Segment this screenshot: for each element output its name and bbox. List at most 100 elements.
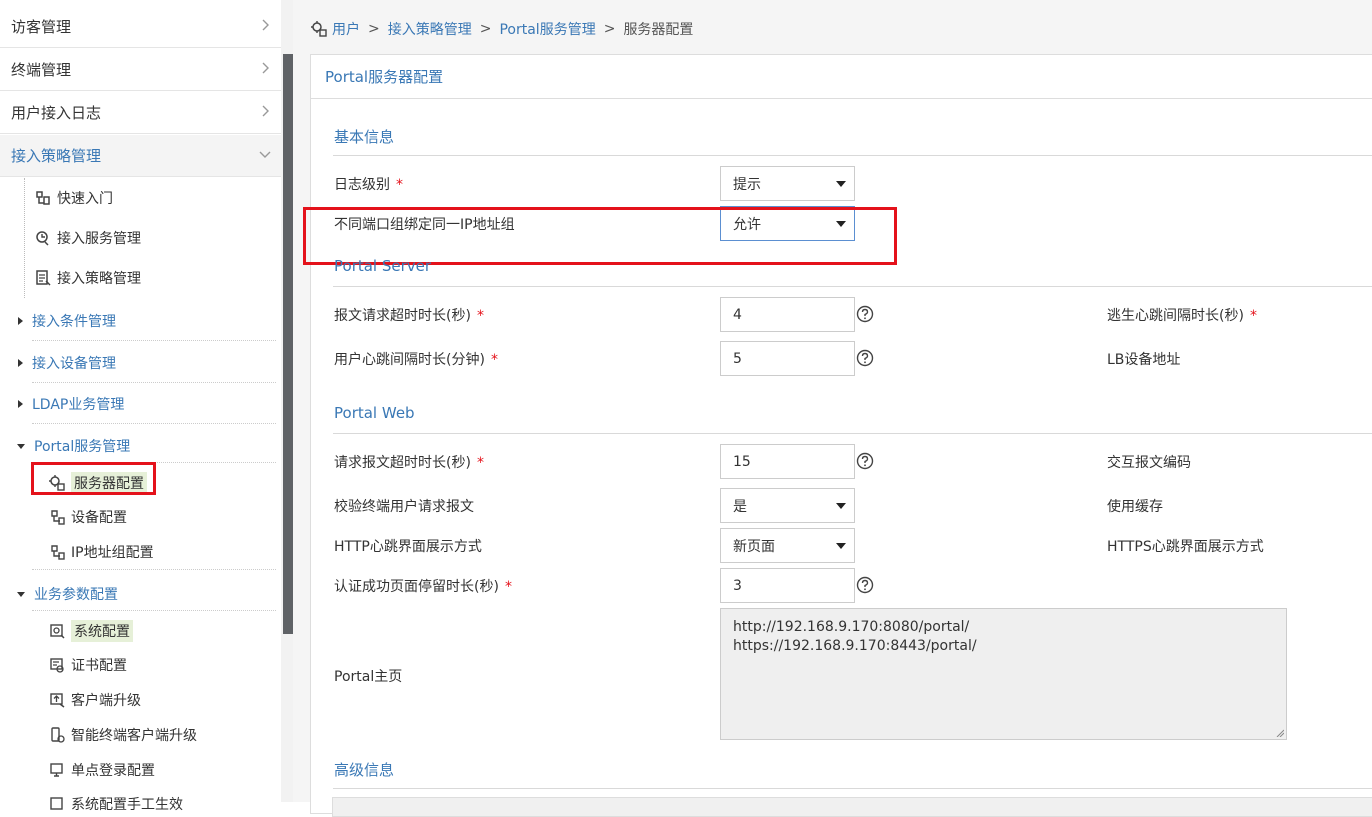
mobile-upgrade-icon <box>51 727 65 743</box>
sidebar-item-label: 系统配置手工生效 <box>71 797 183 813</box>
section-portal-web: Portal Web <box>334 404 415 422</box>
sidebar-group-label: 接入设备管理 <box>32 356 116 372</box>
help-icon[interactable] <box>856 349 874 367</box>
sidebar-item-manual-apply[interactable]: 系统配置手工生效 <box>48 794 183 814</box>
sidebar-group-label: LDAP业务管理 <box>32 397 125 413</box>
sidebar-group-portal[interactable]: Portal服务管理 <box>17 436 131 456</box>
collapse-arrow-icon <box>17 443 25 449</box>
sidebar-item-cert-config[interactable]: 证书配置 <box>48 655 127 675</box>
request-timeout-input[interactable]: 4 <box>720 297 855 332</box>
apply-icon <box>50 797 63 810</box>
collapse-arrow-icon <box>17 591 25 597</box>
sidebar-item-access-service[interactable]: 接入服务管理 <box>34 228 141 248</box>
service-icon <box>36 231 49 246</box>
sidebar-item-label: 快速入门 <box>57 191 113 207</box>
verify-request-select[interactable]: 是 <box>720 488 855 523</box>
section-advanced: 高级信息 <box>334 761 395 779</box>
help-icon[interactable] <box>856 452 874 470</box>
config-panel: Portal服务器配置 基本信息 日志级别 * 提示 不同端口组绑定同一IP地址组… <box>303 54 1372 817</box>
highlight-box-server-config <box>31 462 156 495</box>
help-icon[interactable] <box>856 576 874 594</box>
certificate-icon <box>50 658 64 673</box>
policy-icon <box>36 270 51 286</box>
section-basic: 基本信息 <box>334 128 395 146</box>
sidebar-item-visitor[interactable]: 访客管理 <box>0 6 281 48</box>
sidebar-group-device[interactable]: 接入设备管理 <box>18 353 116 373</box>
http-heartbeat-label: HTTP心跳界面展示方式 <box>334 539 482 555</box>
escape-heartbeat-label: 逃生心跳间隔时长(秒) * <box>1107 305 1257 325</box>
breadcrumb-link-user[interactable]: 用户 <box>332 19 360 39</box>
sidebar-item-access-policy[interactable]: 接入策略管理 <box>0 135 281 177</box>
sidebar-scrollbar-thumb[interactable] <box>283 54 293 634</box>
user-heartbeat-label: 用户心跳间隔时长(分钟) * <box>334 349 498 369</box>
req-timeout-label-text: 请求报文超时时长(秒) <box>334 455 471 471</box>
sidebar-item-label: 智能终端客户端升级 <box>71 728 197 744</box>
dropdown-caret-icon <box>836 503 846 509</box>
req-timeout-label: 请求报文超时时长(秒) * <box>334 452 484 472</box>
sidebar-item-terminal[interactable]: 终端管理 <box>0 49 281 91</box>
dropdown-caret-icon <box>836 543 846 549</box>
user-service-icon <box>311 21 327 37</box>
resize-handle-icon[interactable] <box>1276 729 1284 737</box>
sidebar-item-sso-config[interactable]: 单点登录配置 <box>48 760 155 780</box>
ip-group-icon <box>51 545 65 560</box>
sidebar-item-label: 终端管理 <box>11 61 72 79</box>
stay-duration-input[interactable]: 3 <box>720 568 855 603</box>
sidebar-item-label: 接入策略管理 <box>57 271 141 287</box>
sidebar-item-quick-start[interactable]: 快速入门 <box>34 188 113 208</box>
panel-title: Portal服务器配置 <box>311 55 1372 99</box>
use-cache-label: 使用缓存 <box>1107 499 1163 515</box>
breadcrumb: 用户 > 接入策略管理 > Portal服务管理 > 服务器配置 <box>310 18 693 40</box>
sidebar-item-label: 接入策略管理 <box>11 147 102 165</box>
portal-homepage-textarea[interactable]: http://192.168.9.170:8080/portal/ https:… <box>720 608 1287 740</box>
chevron-down-icon <box>259 151 271 158</box>
sidebar-group-label: Portal服务管理 <box>34 439 131 455</box>
sidebar-item-label: IP地址组配置 <box>71 545 154 561</box>
sso-icon <box>50 763 63 777</box>
breadcrumb-link-access-policy[interactable]: 接入策略管理 <box>388 19 472 39</box>
sidebar-item-ip-group-config[interactable]: IP地址组配置 <box>48 542 154 562</box>
quick-start-icon <box>36 191 50 205</box>
sidebar-item-label: 客户端升级 <box>71 693 141 709</box>
sidebar-group-label: 接入条件管理 <box>32 314 116 330</box>
expand-arrow-icon <box>18 317 23 325</box>
required-mark: * <box>490 352 498 368</box>
sidebar-item-label: 证书配置 <box>71 658 127 674</box>
breadcrumb-current: 服务器配置 <box>623 22 694 38</box>
sidebar-item-smart-client-upgrade[interactable]: 智能终端客户端升级 <box>48 725 197 745</box>
log-level-label: 日志级别 * <box>334 174 403 194</box>
sidebar-item-system-config[interactable]: 系统配置 <box>48 620 133 642</box>
required-mark: * <box>1249 308 1257 324</box>
sidebar-group-condition[interactable]: 接入条件管理 <box>18 311 116 331</box>
advanced-field[interactable] <box>332 797 1372 817</box>
req-timeout-input[interactable]: 15 <box>720 444 855 479</box>
sidebar-group-ldap[interactable]: LDAP业务管理 <box>18 394 124 414</box>
sidebar-item-access-policy-manage[interactable]: 接入策略管理 <box>34 268 141 288</box>
sidebar-item-device-config[interactable]: 设备配置 <box>48 507 127 527</box>
sidebar: 访客管理 终端管理 用户接入日志 接入策略管理 快速入门 接入服务管理 接入策略… <box>0 0 293 813</box>
sidebar-item-access-log[interactable]: 用户接入日志 <box>0 92 281 134</box>
sidebar-item-client-upgrade[interactable]: 客户端升级 <box>48 690 141 710</box>
homepage-url-https: https://192.168.9.170:8443/portal/ <box>733 638 977 654</box>
system-config-icon <box>50 624 65 639</box>
user-heartbeat-input[interactable]: 5 <box>720 341 855 376</box>
homepage-url-http: http://192.168.9.170:8080/portal/ <box>733 619 970 635</box>
http-heartbeat-select[interactable]: 新页面 <box>720 528 855 563</box>
chevron-right-icon <box>262 105 269 117</box>
log-level-select[interactable]: 提示 <box>720 166 855 201</box>
https-heartbeat-label: HTTPS心跳界面展示方式 <box>1107 539 1264 555</box>
breadcrumb-link-portal-service[interactable]: Portal服务管理 <box>499 19 595 39</box>
sidebar-item-label: 设备配置 <box>71 510 127 526</box>
stay-duration-label: 认证成功页面停留时长(秒) * <box>334 576 512 596</box>
required-mark: * <box>396 177 403 193</box>
help-icon[interactable] <box>856 305 874 323</box>
chevron-right-icon <box>262 62 269 74</box>
sidebar-item-label: 系统配置 <box>71 620 133 642</box>
required-mark: * <box>476 455 484 471</box>
verify-request-label: 校验终端用户请求报文 <box>334 499 474 515</box>
breadcrumb-separator: > <box>603 21 616 37</box>
request-timeout-label: 报文请求超时时长(秒) * <box>334 305 484 325</box>
sidebar-item-label: 单点登录配置 <box>71 763 155 779</box>
sidebar-group-params[interactable]: 业务参数配置 <box>17 584 118 604</box>
expand-arrow-icon <box>18 400 23 408</box>
